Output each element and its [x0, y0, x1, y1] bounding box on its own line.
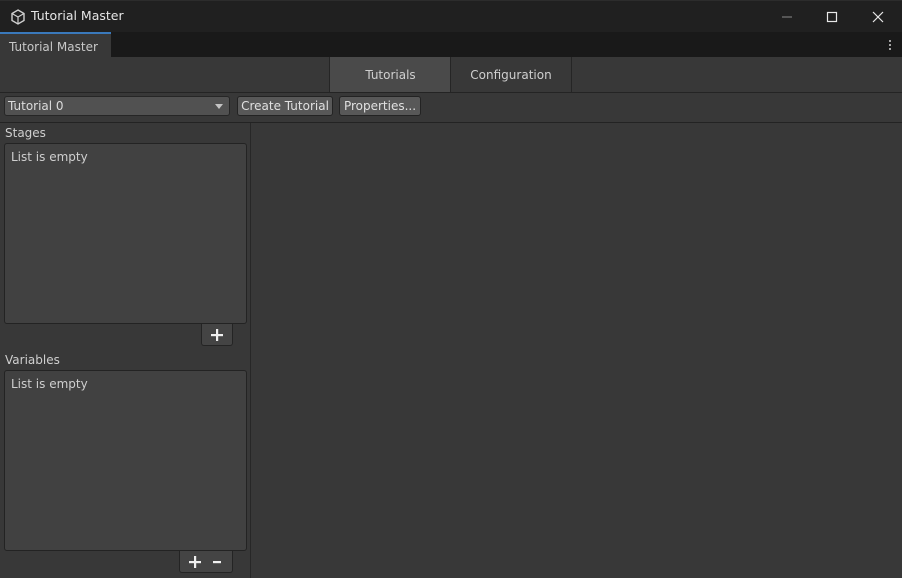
tab-tutorial-master[interactable]: Tutorial Master: [0, 32, 111, 57]
tab-tutorials[interactable]: Tutorials: [329, 57, 451, 92]
close-icon: [872, 11, 884, 22]
variables-label: Variables: [5, 353, 60, 367]
main-content-area: [251, 123, 902, 578]
toolbar: Tutorial 0 Create Tutorial Properties...: [0, 93, 902, 123]
close-button[interactable]: [855, 1, 901, 32]
stages-empty-text: List is empty: [11, 150, 88, 164]
view-tabs: Tutorials Configuration: [0, 57, 902, 93]
stages-label: Stages: [5, 126, 46, 140]
unity-logo-icon: [11, 9, 25, 25]
variables-footer: [179, 551, 233, 573]
stages-add-button[interactable]: [201, 324, 233, 346]
variables-list[interactable]: List is empty: [4, 370, 247, 551]
chevron-down-icon: [215, 104, 223, 109]
document-tab-strip: Tutorial Master: [0, 32, 902, 57]
maximize-button[interactable]: [809, 1, 855, 32]
maximize-icon: [826, 11, 838, 22]
left-panel: Stages List is empty Variables List is e…: [0, 123, 251, 578]
variables-empty-text: List is empty: [11, 377, 88, 391]
minus-icon[interactable]: [212, 556, 222, 568]
minimize-button[interactable]: [764, 1, 810, 32]
minimize-icon: [782, 16, 792, 17]
stages-list[interactable]: List is empty: [4, 143, 247, 324]
tutorial-select[interactable]: Tutorial 0: [4, 96, 230, 116]
plus-icon[interactable]: [189, 556, 201, 568]
window-title: Tutorial Master: [31, 8, 124, 23]
plus-icon: [211, 329, 223, 341]
tab-configuration[interactable]: Configuration: [450, 57, 572, 92]
tutorial-select-value: Tutorial 0: [8, 99, 64, 113]
properties-button[interactable]: Properties...: [339, 96, 421, 116]
title-bar: Tutorial Master: [0, 0, 902, 32]
create-tutorial-button[interactable]: Create Tutorial: [237, 96, 333, 116]
kebab-menu-icon[interactable]: [888, 39, 892, 51]
